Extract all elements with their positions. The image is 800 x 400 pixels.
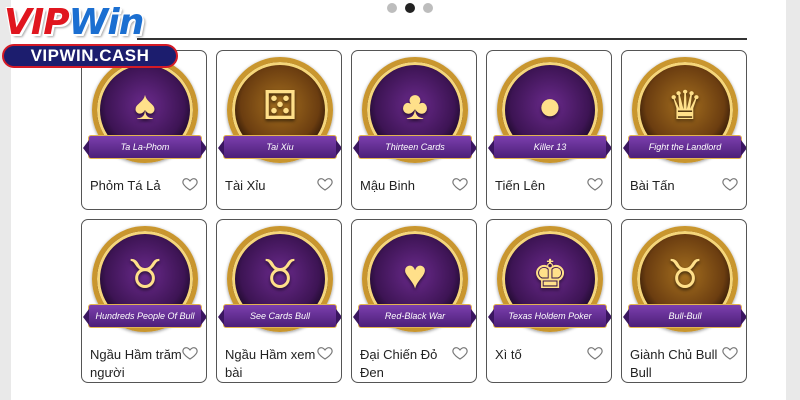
logo-win-text: Win: [68, 2, 145, 43]
revolver-icon: ♣: [401, 84, 429, 129]
carousel-dot[interactable]: [423, 3, 433, 13]
game-thumbnail[interactable]: ⚄ Tai Xiu: [218, 57, 341, 171]
game-card[interactable]: ♠ Ta La-Phom Phỏm Tá Lả: [81, 50, 207, 210]
game-grid: ♠ Ta La-Phom Phỏm Tá Lả ⚄ Tai Xiu Tài Xỉ…: [81, 50, 751, 383]
game-name[interactable]: Tiến Lên: [495, 177, 587, 195]
game-name[interactable]: Đại Chiến Đỏ Đen: [360, 346, 452, 382]
game-thumbnail[interactable]: ● Killer 13: [488, 57, 611, 171]
game-thumbnail[interactable]: ♉ Bull-Bull: [623, 226, 746, 340]
favorite-heart-icon[interactable]: [452, 345, 468, 361]
game-thumbnail[interactable]: ♥ Red-Black War: [353, 226, 476, 340]
game-card[interactable]: ⚄ Tai Xiu Tài Xỉu: [216, 50, 342, 210]
carousel-dot[interactable]: [387, 3, 397, 13]
favorite-heart-icon[interactable]: [722, 176, 738, 192]
favorite-heart-icon[interactable]: [182, 176, 198, 192]
logo-title: VIPWin: [4, 2, 145, 43]
site-logo[interactable]: VIPWin VIPWIN.CASH: [0, 0, 190, 70]
game-thumbnail[interactable]: ♣ Thirteen Cards: [353, 57, 476, 171]
carousel-dot-active[interactable]: [405, 3, 415, 13]
game-card[interactable]: ♥ Red-Black War Đại Chiến Đỏ Đen: [351, 219, 477, 383]
game-name[interactable]: Xì tố: [495, 346, 587, 364]
game-ribbon-label: Ta La-Phom: [83, 135, 206, 159]
dice-icon: ⚄: [262, 84, 298, 129]
bull-mascot-icon: ♉: [262, 253, 298, 298]
game-name[interactable]: Giành Chủ Bull Bull: [630, 346, 722, 382]
game-ribbon-label: See Cards Bull: [218, 304, 341, 328]
golden-bull-icon: ♉: [667, 253, 703, 298]
bull-icon: ♉: [127, 253, 163, 298]
logo-vip-text: VIP: [4, 2, 70, 43]
game-card[interactable]: ♛ Fight the Landlord Bài Tấn: [621, 50, 747, 210]
carousel-dots: [387, 3, 433, 13]
game-name[interactable]: Phỏm Tá Lả: [90, 177, 182, 195]
game-card[interactable]: ♉ Bull-Bull Giành Chủ Bull Bull: [621, 219, 747, 383]
game-card[interactable]: ♉ See Cards Bull Ngầu Hầm xem bài: [216, 219, 342, 383]
favorite-heart-icon[interactable]: [722, 345, 738, 361]
game-card[interactable]: ● Killer 13 Tiến Lên: [486, 50, 612, 210]
favorite-heart-icon[interactable]: [452, 176, 468, 192]
game-card[interactable]: ♣ Thirteen Cards Mậu Binh: [351, 50, 477, 210]
game-ribbon-label: Hundreds People Of Bull: [83, 304, 206, 328]
game-ribbon-label: Fight the Landlord: [623, 135, 746, 159]
favorite-heart-icon[interactable]: [317, 176, 333, 192]
game-ribbon-label: Texas Holdem Poker: [488, 304, 611, 328]
versus-icon: ♥: [403, 253, 427, 298]
game-ribbon-label: Tai Xiu: [218, 135, 341, 159]
game-ribbon-label: Killer 13: [488, 135, 611, 159]
favorite-heart-icon[interactable]: [587, 176, 603, 192]
logo-domain: VIPWIN.CASH: [2, 44, 178, 68]
game-ribbon-label: Red-Black War: [353, 304, 476, 328]
bomb-icon: ●: [537, 84, 563, 129]
game-name[interactable]: Ngầu Hầm xem bài: [225, 346, 317, 382]
game-name[interactable]: Ngầu Hầm trăm người: [90, 346, 182, 382]
game-thumbnail[interactable]: ♉ See Cards Bull: [218, 226, 341, 340]
game-name[interactable]: Bài Tấn: [630, 177, 722, 195]
game-ribbon-label: Bull-Bull: [623, 304, 746, 328]
favorite-heart-icon[interactable]: [317, 345, 333, 361]
game-thumbnail[interactable]: ♚ Texas Holdem Poker: [488, 226, 611, 340]
game-card[interactable]: ♉ Hundreds People Of Bull Ngầu Hầm trăm …: [81, 219, 207, 383]
game-card[interactable]: ♚ Texas Holdem Poker Xì tố: [486, 219, 612, 383]
crown-icon: ♚: [532, 253, 568, 298]
landlord-icon: ♛: [667, 84, 703, 129]
cards-icon: ♠: [134, 84, 156, 129]
favorite-heart-icon[interactable]: [182, 345, 198, 361]
game-thumbnail[interactable]: ♛ Fight the Landlord: [623, 57, 746, 171]
game-name[interactable]: Mậu Binh: [360, 177, 452, 195]
game-name[interactable]: Tài Xỉu: [225, 177, 317, 195]
game-ribbon-label: Thirteen Cards: [353, 135, 476, 159]
game-thumbnail[interactable]: ♉ Hundreds People Of Bull: [83, 226, 206, 340]
section-divider: [137, 38, 747, 40]
favorite-heart-icon[interactable]: [587, 345, 603, 361]
game-thumbnail[interactable]: ♠ Ta La-Phom: [83, 57, 206, 171]
